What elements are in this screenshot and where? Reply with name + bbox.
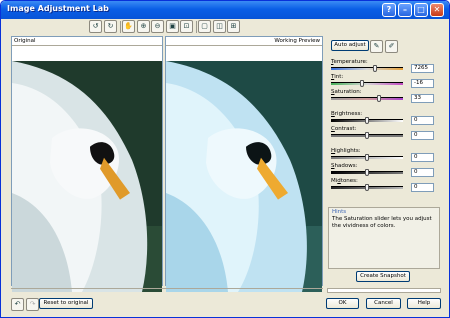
undo-icon[interactable]: ↶	[11, 298, 24, 311]
panel-splitter[interactable]	[11, 288, 323, 292]
slider-track[interactable]	[331, 82, 403, 85]
reset-to-original-button[interactable]: Reset to original	[39, 298, 93, 309]
working-preview-panel: Working Preview	[165, 36, 323, 292]
hints-box: Hints The Saturation slider lets you adj…	[328, 207, 440, 269]
slider-track[interactable]	[331, 67, 403, 70]
slider-thumb[interactable]	[359, 80, 364, 87]
slider-label-text: ighlights:	[335, 148, 361, 154]
slider-thumb[interactable]	[365, 169, 369, 176]
eyedropper-white-icon[interactable]: ✐	[385, 40, 398, 53]
zoom-in-icon[interactable]: ⊕	[137, 20, 150, 33]
working-preview-label: Working Preview	[274, 38, 320, 44]
slider-track[interactable]	[331, 97, 403, 100]
rotate-left-icon[interactable]: ↺	[89, 20, 102, 33]
slider-label-text: int:	[334, 74, 344, 80]
slider-value-field[interactable]: -16	[411, 79, 434, 88]
slider-label-text: hadows:	[334, 163, 358, 169]
slider-thumb[interactable]	[365, 154, 369, 161]
snapshot-strip[interactable]	[327, 288, 441, 293]
hints-title: Hints	[332, 209, 347, 215]
image-adjustment-lab-window: Image Adjustment Lab ? – □ ✕ ↺ ↻ ✋ ⊕ ⊖ ▣…	[0, 0, 450, 318]
slider-thumb[interactable]	[365, 117, 369, 124]
slider-label: Shadows:	[331, 163, 357, 169]
hints-text: The Saturation slider lets you adjust th…	[332, 216, 432, 229]
slider-label-text: tones:	[340, 178, 358, 184]
toolbar-separator	[120, 21, 121, 33]
ok-button[interactable]: OK	[326, 298, 359, 309]
zoom-to-fit-icon[interactable]: ▣	[166, 20, 179, 33]
zoom-out-icon[interactable]: ⊖	[151, 20, 164, 33]
slider-thumb[interactable]	[376, 95, 381, 102]
side-by-side-icon[interactable]: ◫	[213, 20, 226, 33]
slider-label-text: ontrast:	[334, 126, 357, 132]
original-label: Original	[14, 38, 36, 44]
toolbar: ↺ ↻ ✋ ⊕ ⊖ ▣ ⊡ ▢ ◫ ⊞	[1, 19, 449, 35]
slider-value-field[interactable]: 0	[411, 153, 434, 162]
pan-hand-icon[interactable]: ✋	[122, 20, 135, 33]
slider-label-text: aturation:	[334, 89, 362, 95]
slider-label-text: rightness:	[334, 111, 363, 117]
slider-label: Tint:	[331, 74, 343, 80]
slider-thumb[interactable]	[373, 65, 378, 72]
original-image[interactable]	[12, 61, 162, 292]
slider-label: Contrast:	[331, 126, 356, 132]
maximize-icon[interactable]: □	[414, 3, 428, 17]
minimize-icon[interactable]: –	[398, 3, 412, 17]
preview-panel-header: Working Preview	[166, 37, 322, 46]
slider-value-field[interactable]: 7265	[411, 64, 434, 73]
slider-label: Saturation:	[331, 89, 362, 95]
slider-value-field[interactable]: 33	[411, 94, 434, 103]
slider-thumb[interactable]	[365, 184, 369, 191]
actual-size-icon[interactable]: ⊡	[180, 20, 193, 33]
slider-label: Midtones:	[331, 178, 358, 184]
create-snapshot-button[interactable]: Create Snapshot	[356, 271, 410, 282]
preview-image[interactable]	[166, 61, 322, 292]
slider-value-field[interactable]: 0	[411, 168, 434, 177]
window-title: Image Adjustment Lab	[7, 4, 109, 13]
rotate-right-icon[interactable]: ↻	[104, 20, 117, 33]
slider-value-field[interactable]: 0	[411, 116, 434, 125]
close-icon[interactable]: ✕	[430, 3, 444, 17]
original-panel: Original	[11, 36, 163, 292]
auto-adjust-button[interactable]: Auto adjust	[331, 40, 369, 51]
title-bar[interactable]: Image Adjustment Lab ? – □ ✕	[1, 1, 449, 19]
slider-value-field[interactable]: 0	[411, 131, 434, 140]
swan-photo-preview	[166, 61, 322, 292]
slider-value-field[interactable]: 0	[411, 183, 434, 192]
slider-label-text: emperature:	[333, 59, 368, 65]
swan-photo-original	[12, 61, 162, 292]
eyedropper-icon[interactable]: ✎	[370, 40, 383, 53]
cancel-button[interactable]: Cancel	[366, 298, 401, 309]
toolbar-separator	[196, 21, 197, 33]
slider-label: Temperature:	[331, 59, 368, 65]
help-icon[interactable]: ?	[382, 3, 396, 17]
original-panel-header: Original	[12, 37, 162, 46]
split-preview-icon[interactable]: ⊞	[227, 20, 240, 33]
slider-thumb[interactable]	[365, 132, 369, 139]
full-preview-icon[interactable]: ▢	[198, 20, 211, 33]
slider-label: Highlights:	[331, 148, 361, 154]
help-button[interactable]: Help	[407, 298, 441, 309]
slider-label: Brightness:	[331, 111, 362, 117]
redo-icon[interactable]: ↷	[26, 298, 39, 311]
